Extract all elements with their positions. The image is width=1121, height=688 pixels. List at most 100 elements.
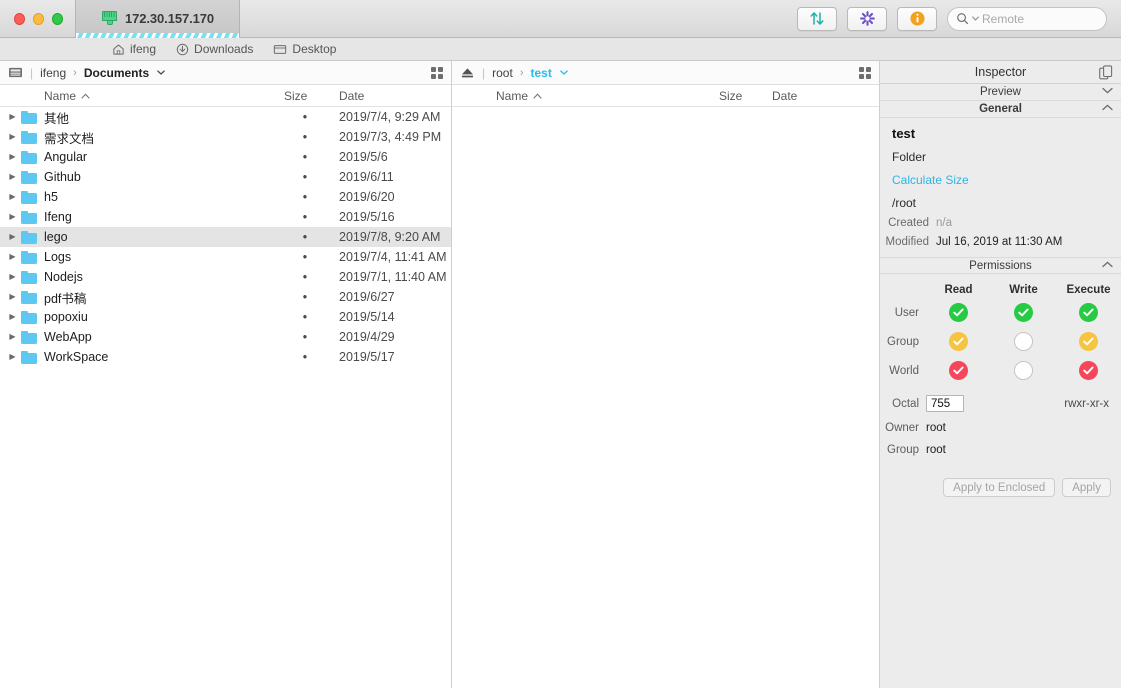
column-header-size[interactable]: Size: [284, 89, 307, 103]
grid-view-icon[interactable]: [859, 66, 871, 79]
search-icon: [957, 13, 969, 25]
permissions-cell: [1056, 361, 1121, 380]
minimize-window-button[interactable]: [33, 12, 44, 25]
bookmark-bar: ifeng Downloads Desktop: [0, 38, 1121, 61]
search-field[interactable]: Remote: [947, 6, 1107, 31]
chevron-down-icon[interactable]: [1102, 86, 1113, 98]
drive-icon[interactable]: [8, 66, 23, 79]
row-size: •: [302, 350, 308, 364]
table-row[interactable]: ▶ lego • 2019/7/8, 9:20 AM: [0, 227, 451, 247]
inspector-section-preview[interactable]: Preview: [880, 84, 1121, 101]
row-size: •: [302, 310, 308, 324]
apply-to-enclosed-button[interactable]: Apply to Enclosed: [943, 478, 1056, 497]
remote-column-headers: Name Size Date: [452, 85, 879, 107]
row-date: 2019/5/16: [339, 210, 395, 224]
disclosure-triangle-icon[interactable]: ▶: [8, 173, 17, 181]
row-date: 2019/4/29: [339, 330, 395, 344]
bookmark-desktop[interactable]: Desktop: [273, 42, 336, 56]
disclosure-triangle-icon[interactable]: ▶: [8, 193, 17, 201]
permissions-cell: [991, 303, 1056, 322]
search-input[interactable]: Remote: [982, 12, 1024, 26]
permission-toggle-group-read[interactable]: [949, 332, 968, 351]
permission-toggle-world-write[interactable]: [1014, 361, 1033, 380]
disclosure-triangle-icon[interactable]: ▶: [8, 113, 17, 121]
chevron-up-icon[interactable]: [1102, 103, 1113, 115]
local-column-headers: Name Size Date: [0, 85, 451, 107]
column-header-name[interactable]: Name: [44, 89, 90, 103]
table-row[interactable]: ▶ Angular • 2019/5/6: [0, 147, 451, 167]
duplicate-icon[interactable]: [1099, 65, 1113, 83]
chevron-down-icon[interactable]: [157, 70, 165, 75]
table-row[interactable]: ▶ 其他 • 2019/7/4, 9:29 AM: [0, 107, 451, 127]
remote-file-list[interactable]: [452, 107, 879, 688]
row-name: Logs: [44, 250, 72, 264]
disclosure-triangle-icon[interactable]: ▶: [8, 353, 17, 361]
octal-input[interactable]: 755: [926, 395, 964, 412]
disclosure-triangle-icon[interactable]: ▶: [8, 153, 17, 161]
inspector-section-permissions[interactable]: Permissions: [880, 257, 1121, 274]
group-value[interactable]: root: [926, 444, 946, 456]
permission-toggle-world-read[interactable]: [949, 361, 968, 380]
inspector-title: Inspector: [974, 65, 1027, 79]
bookmark-ifeng[interactable]: ifeng: [112, 42, 156, 56]
folder-icon: [21, 190, 37, 204]
permission-toggle-user-read[interactable]: [949, 303, 968, 322]
table-row[interactable]: ▶ Ifeng • 2019/5/16: [0, 207, 451, 227]
owner-value[interactable]: root: [926, 422, 946, 434]
apply-button[interactable]: Apply: [1062, 478, 1111, 497]
disclosure-triangle-icon[interactable]: ▶: [8, 293, 17, 301]
local-crumb-1[interactable]: Documents: [84, 66, 149, 80]
table-row[interactable]: ▶ 需求文档 • 2019/7/3, 4:49 PM: [0, 127, 451, 147]
column-header-name[interactable]: Name: [496, 89, 542, 103]
column-header-date[interactable]: Date: [339, 89, 364, 103]
disclosure-triangle-icon[interactable]: ▶: [8, 253, 17, 261]
sync-button[interactable]: [847, 6, 887, 31]
connection-tab[interactable]: 172.30.157.170: [75, 0, 240, 38]
zoom-window-button[interactable]: [52, 12, 63, 25]
close-window-button[interactable]: [14, 12, 25, 25]
local-crumb-0[interactable]: ifeng: [40, 66, 66, 80]
chevron-up-icon[interactable]: [1102, 260, 1113, 272]
table-row[interactable]: ▶ Github • 2019/6/11: [0, 167, 451, 187]
permission-toggle-group-write[interactable]: [1014, 332, 1033, 351]
disclosure-triangle-icon[interactable]: ▶: [8, 313, 17, 321]
folder-icon: [21, 310, 37, 324]
row-name: Github: [44, 170, 81, 184]
row-name: h5: [44, 190, 58, 204]
local-file-list[interactable]: ▶ 其他 • 2019/7/4, 9:29 AM ▶ 需求文档 • 2019/7/3, 4:4…: [0, 107, 451, 688]
eject-icon[interactable]: [460, 66, 475, 79]
permissions-table: Read Write Execute User Group World: [880, 281, 1121, 385]
disclosure-triangle-icon[interactable]: ▶: [8, 213, 17, 221]
calculate-size-link[interactable]: Calculate Size: [880, 164, 1121, 187]
bookmark-downloads[interactable]: Downloads: [176, 42, 253, 56]
table-row[interactable]: ▶ WebApp • 2019/4/29: [0, 327, 451, 347]
panes-container: | ifeng › Documents Name Size Date ▶ 其他 …: [0, 61, 1121, 688]
transfers-button[interactable]: [797, 6, 837, 31]
table-row[interactable]: ▶ WorkSpace • 2019/5/17: [0, 347, 451, 367]
remote-crumb-1[interactable]: test: [530, 66, 551, 80]
column-header-size[interactable]: Size: [719, 89, 742, 103]
inspector-title-bar: Inspector: [880, 61, 1121, 84]
table-row[interactable]: ▶ Nodejs • 2019/7/1, 11:40 AM: [0, 267, 451, 287]
column-header-date[interactable]: Date: [772, 89, 797, 103]
chevron-down-icon[interactable]: [560, 70, 568, 75]
grid-view-icon[interactable]: [431, 66, 443, 79]
permission-toggle-user-execute[interactable]: [1079, 303, 1098, 322]
disclosure-triangle-icon[interactable]: ▶: [8, 133, 17, 141]
table-row[interactable]: ▶ Logs • 2019/7/4, 11:41 AM: [0, 247, 451, 267]
permission-toggle-group-execute[interactable]: [1079, 332, 1098, 351]
table-row[interactable]: ▶ pdf书稿 • 2019/6/27: [0, 287, 451, 307]
file-manager-window: 172.30.157.170 Remote ifeng Downloads De…: [0, 0, 1121, 688]
disclosure-triangle-icon[interactable]: ▶: [8, 273, 17, 281]
row-size: •: [302, 250, 308, 264]
inspector-section-general[interactable]: General: [880, 101, 1121, 118]
disclosure-triangle-icon[interactable]: ▶: [8, 233, 17, 241]
permission-toggle-user-write[interactable]: [1014, 303, 1033, 322]
table-row[interactable]: ▶ h5 • 2019/6/20: [0, 187, 451, 207]
table-row[interactable]: ▶ popoxiu • 2019/5/14: [0, 307, 451, 327]
info-button[interactable]: [897, 6, 937, 31]
inspector-general-body: test Folder Calculate Size /root Created…: [880, 118, 1121, 248]
remote-crumb-0[interactable]: root: [492, 66, 513, 80]
permission-toggle-world-execute[interactable]: [1079, 361, 1098, 380]
disclosure-triangle-icon[interactable]: ▶: [8, 333, 17, 341]
